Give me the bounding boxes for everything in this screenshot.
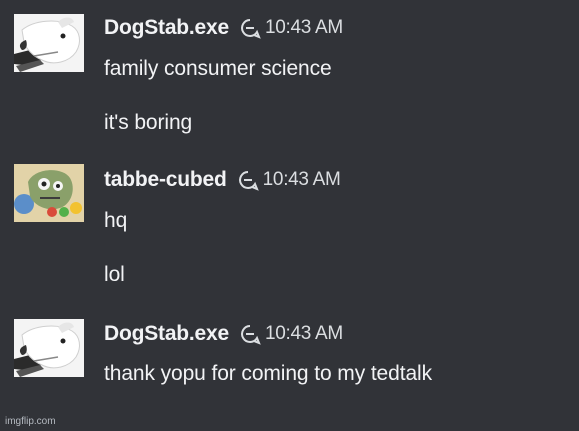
message-header: DogStab.exe 10:43 AM <box>104 322 343 346</box>
reply-thread-icon[interactable] <box>239 323 261 345</box>
reply-thread-icon[interactable] <box>237 169 259 191</box>
message-group: tabbe-cubed 10:43 AM hq lol <box>0 150 579 305</box>
watermark: imgflip.com <box>5 416 56 427</box>
reply-thread-icon[interactable] <box>239 17 261 39</box>
username[interactable]: DogStab.exe <box>104 16 229 40</box>
username[interactable]: tabbe-cubed <box>104 168 227 192</box>
message-header: tabbe-cubed 10:43 AM <box>104 168 341 192</box>
username[interactable]: DogStab.exe <box>104 322 229 346</box>
message-text: thank yopu for coming to my tedtalk <box>104 362 432 385</box>
white-dog-avatar-icon <box>14 319 84 377</box>
chat-message-list: DogStab.exe 10:43 AM family consumer sci… <box>0 0 579 431</box>
avatar[interactable] <box>14 164 84 222</box>
message-text: it's boring <box>104 111 193 134</box>
message-text: family consumer science <box>104 57 332 80</box>
message-header: DogStab.exe 10:43 AM <box>104 16 343 40</box>
message-text: lol <box>104 263 125 286</box>
white-dog-avatar-icon <box>14 14 84 72</box>
message-text: hq <box>104 209 128 232</box>
timestamp[interactable]: 10:43 AM <box>265 17 343 39</box>
timestamp[interactable]: 10:43 AM <box>265 323 343 345</box>
cartoon-zombie-avatar-icon <box>14 164 84 222</box>
avatar[interactable] <box>14 319 84 377</box>
timestamp[interactable]: 10:43 AM <box>263 169 341 191</box>
avatar[interactable] <box>14 14 84 72</box>
message-group: DogStab.exe 10:43 AM family consumer sci… <box>0 0 579 150</box>
message-group: DogStab.exe 10:43 AM thank yopu for comi… <box>0 305 579 415</box>
